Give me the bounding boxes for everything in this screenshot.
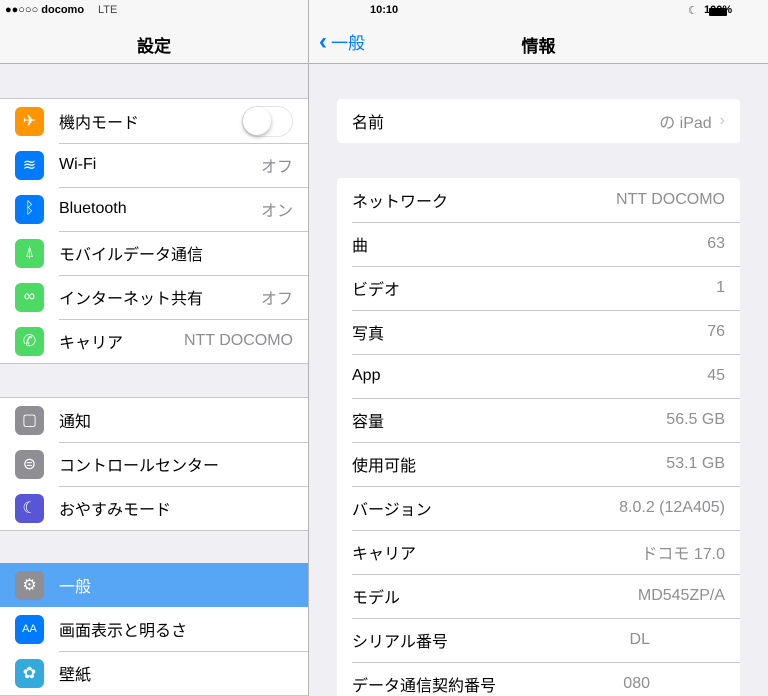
- page-title: 設定: [137, 37, 171, 56]
- phone-icon: ✆: [15, 326, 44, 356]
- detail-nav-bar: 10:10 ☾ 100% ‹ 一般 情報: [309, 0, 768, 64]
- chevron-right-icon: ›: [719, 112, 725, 129]
- settings-group-general: ⚙ 一般 AA 画面表示と明るさ ✿ 壁紙: [0, 563, 308, 696]
- battery-icon: [709, 8, 727, 16]
- info-label: ビデオ: [352, 282, 401, 299]
- info-value: 8.0.2 (12A405): [619, 499, 725, 516]
- info-row: シリアル番号 DL: [337, 618, 740, 662]
- notifications-icon: ▢: [15, 405, 44, 435]
- hotspot-icon: ∞: [15, 282, 44, 312]
- name-value: の iPad: [659, 115, 712, 132]
- clock: 10:10: [370, 4, 399, 16]
- sidebar-item-label: 通知: [59, 414, 92, 431]
- sidebar-item-value: オフ: [260, 159, 293, 176]
- sidebar-item-value: オン: [260, 203, 293, 220]
- sidebar-item-gear[interactable]: ⚙ 一般: [0, 563, 308, 607]
- info-row: キャリア ドコモ 17.0: [337, 530, 740, 574]
- sidebar-item-value: NTT DOCOMO: [183, 332, 293, 349]
- sidebar-item-airplane[interactable]: ✈ 機内モード: [0, 99, 308, 143]
- sidebar-item-notifications[interactable]: ▢ 通知: [0, 398, 308, 442]
- info-value: MD545ZP/A: [637, 587, 725, 604]
- airplane-icon: ✈: [15, 106, 44, 136]
- info-row: ビデオ 1: [337, 266, 740, 310]
- info-label: キャリア: [352, 546, 417, 563]
- bluetooth-icon: ᛒ: [15, 194, 44, 224]
- info-label: App: [352, 367, 381, 384]
- moon-status-icon: ☾: [688, 5, 698, 17]
- sidebar-item-label: インターネット共有: [59, 291, 204, 308]
- sidebar-item-label: 画面表示と明るさ: [59, 623, 188, 640]
- gear-icon: ⚙: [15, 570, 44, 600]
- info-label: 使用可能: [352, 458, 417, 475]
- sidebar-item-value: オフ: [260, 291, 293, 308]
- sidebar-item-wifi[interactable]: ≋ Wi-Fi オフ: [0, 143, 308, 187]
- sidebar-item-cellular[interactable]: ⍋ モバイルデータ通信: [0, 231, 308, 275]
- info-label: 容量: [352, 414, 385, 431]
- settings-group-notifications: ▢ 通知 ⊜ コントロールセンター ☾ おやすみモード: [0, 397, 308, 531]
- carrier-signal: ●●○○○ docomo: [5, 4, 85, 16]
- info-row: モデル MD545ZP/A: [337, 574, 740, 618]
- sidebar-item-hotspot[interactable]: ∞ インターネット共有 オフ: [0, 275, 308, 319]
- sidebar-item-label: 一般: [59, 579, 92, 596]
- sidebar-item-label: 機内モード: [59, 115, 140, 132]
- sidebar-item-control-center[interactable]: ⊜ コントロールセンター: [0, 442, 308, 486]
- page-title: 情報: [521, 37, 556, 56]
- info-label: モデル: [352, 590, 401, 607]
- info-value: 1: [716, 279, 725, 296]
- info-label: 曲: [352, 238, 369, 255]
- info-label: バージョン: [352, 502, 432, 519]
- name-label: 名前: [352, 115, 385, 132]
- info-label: 写真: [352, 326, 385, 343]
- display-icon: AA: [15, 614, 44, 644]
- about-pane: 10:10 ☾ 100% ‹ 一般 情報 名前 の iPad › ネットワーク N…: [309, 0, 768, 696]
- info-value: 080: [623, 675, 650, 692]
- wallpaper-icon: ✿: [15, 658, 44, 688]
- info-label: データ通信契約番号: [352, 678, 497, 695]
- airplane-mode-toggle[interactable]: [242, 105, 293, 137]
- info-value: NTT DOCOMO: [615, 191, 725, 208]
- sidebar-item-label: モバイルデータ通信: [59, 247, 204, 264]
- info-row: App 45: [337, 354, 740, 398]
- info-row: 使用可能 53.1 GB: [337, 442, 740, 486]
- moon-icon: ☾: [15, 493, 44, 523]
- info-card: ネットワーク NTT DOCOMO 曲 63 ビデオ 1 写真 76 App 45 容量 56.5 G…: [337, 178, 740, 696]
- sidebar-item-label: コントロールセンター: [59, 458, 220, 475]
- sidebar-item-phone[interactable]: ✆ キャリア NTT DOCOMO: [0, 319, 308, 363]
- info-label: シリアル番号: [352, 634, 448, 651]
- info-row: 写真 76: [337, 310, 740, 354]
- info-value: 53.1 GB: [666, 455, 725, 472]
- sidebar-item-label: Wi-Fi: [59, 156, 97, 173]
- info-value: 56.5 GB: [666, 411, 725, 428]
- info-label: ネットワーク: [352, 194, 449, 211]
- sidebar-item-label: 壁紙: [59, 667, 92, 684]
- name-card: 名前 の iPad ›: [337, 99, 740, 143]
- sidebar-item-display[interactable]: AA 画面表示と明るさ: [0, 607, 308, 651]
- info-row: ネットワーク NTT DOCOMO: [337, 178, 740, 222]
- info-value: 45: [707, 367, 725, 384]
- info-row: 曲 63: [337, 222, 740, 266]
- info-value: 63: [707, 235, 725, 252]
- info-row: 容量 56.5 GB: [337, 398, 740, 442]
- info-value: 76: [707, 323, 725, 340]
- sidebar-item-label: Bluetooth: [59, 200, 127, 217]
- info-value: ドコモ 17.0: [641, 546, 725, 563]
- info-row: データ通信契約番号 080: [337, 662, 740, 696]
- info-value: DL: [629, 631, 650, 648]
- cellular-icon: ⍋: [15, 238, 44, 268]
- sidebar-item-label: キャリア: [59, 335, 124, 352]
- sidebar-item-label: おやすみモード: [59, 502, 172, 519]
- sidebar-item-wallpaper[interactable]: ✿ 壁紙: [0, 651, 308, 695]
- network-type: LTE: [98, 4, 118, 16]
- settings-group-connectivity: ✈ 機内モード ≋ Wi-Fi オフ ᛒ Bluetooth オン ⍋ モバイルデータ通信 ∞ インタ…: [0, 98, 308, 364]
- control-center-icon: ⊜: [15, 449, 44, 479]
- wifi-icon: ≋: [15, 150, 44, 180]
- sidebar-item-bluetooth[interactable]: ᛒ Bluetooth オン: [0, 187, 308, 231]
- info-row: バージョン 8.0.2 (12A405): [337, 486, 740, 530]
- sidebar-item-moon[interactable]: ☾ おやすみモード: [0, 486, 308, 530]
- name-row[interactable]: 名前 の iPad ›: [337, 99, 740, 143]
- sidebar-nav-bar: ●●○○○ docomo LTE 設定: [0, 0, 308, 64]
- settings-sidebar: ●●○○○ docomo LTE 設定 ✈ 機内モード ≋ Wi-Fi オフ ᛒ Bluet…: [0, 0, 308, 696]
